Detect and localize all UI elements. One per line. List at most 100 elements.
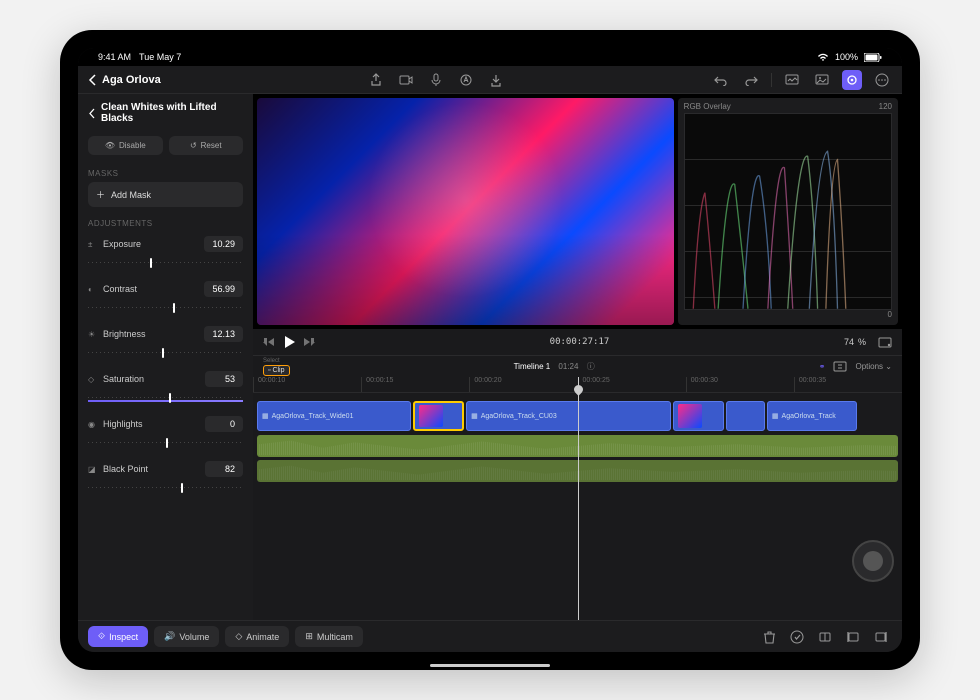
delete-icon[interactable] (758, 626, 780, 648)
status-time: 9:41 AM (98, 52, 131, 62)
voiceover-icon[interactable] (426, 70, 446, 90)
video-viewer[interactable] (257, 98, 674, 325)
project-title[interactable]: Aga Orlova (102, 74, 161, 86)
scope-label[interactable]: RGB Overlay (684, 102, 731, 111)
adj-value-field[interactable]: 12.13 (204, 326, 243, 342)
adj-slider[interactable] (88, 300, 243, 316)
adj-value-field[interactable]: 82 (205, 461, 243, 477)
battery-icon (864, 53, 882, 62)
ruler-tick: 00:00:10 (253, 377, 361, 392)
adj-icon: ◐ (88, 285, 98, 294)
adj-slider[interactable] (88, 390, 243, 406)
effect-title[interactable]: Clean Whites with Lifted Blacks (101, 102, 243, 124)
media-browser-icon[interactable] (782, 70, 802, 90)
info-icon[interactable]: ⓘ (587, 362, 595, 371)
adj-icon: ◪ (88, 465, 98, 474)
undo-icon[interactable] (711, 70, 731, 90)
tab-label: Animate (246, 632, 279, 642)
adj-value-field[interactable]: 56.99 (204, 281, 243, 297)
clip-name: AgaOrlova_Track_CU03 (481, 413, 557, 420)
video-clip[interactable] (673, 401, 724, 431)
video-clip[interactable] (726, 401, 764, 431)
back-icon[interactable] (88, 74, 96, 86)
tab-inspect[interactable]: ⟐Inspect (88, 626, 148, 647)
add-mask-button[interactable]: ＋ Add Mask (88, 182, 243, 207)
next-frame-icon[interactable] (303, 337, 315, 347)
adjustments-section-label: ADJUSTMENTS (78, 213, 253, 232)
tab-volume[interactable]: 🔊Volume (154, 626, 219, 647)
enable-disable-icon[interactable] (786, 626, 808, 648)
play-icon[interactable] (283, 335, 295, 349)
trim-end-icon[interactable] (870, 626, 892, 648)
status-date: Tue May 7 (139, 52, 181, 62)
video-clip[interactable] (413, 401, 464, 431)
adj-name: Saturation (103, 374, 144, 384)
ipad-frame: 9:41 AM Tue May 7 100% Aga Orlova Cl (60, 30, 920, 670)
inspector-toggle-icon[interactable] (842, 70, 862, 90)
share-icon[interactable] (366, 70, 386, 90)
adj-name: Black Point (103, 464, 148, 474)
adj-slider[interactable] (88, 480, 243, 496)
prev-frame-icon[interactable] (263, 337, 275, 347)
options-button[interactable]: Options ⌄ (855, 362, 892, 371)
video-clip[interactable]: ▦AgaOrlova_Track_Wide01 (257, 401, 411, 431)
clip-thumbnail (419, 405, 443, 427)
scope-scale-top: 120 (879, 102, 892, 111)
timeline[interactable]: 00:00:1000:00:1500:00:2000:00:2500:00:30… (253, 377, 902, 620)
adj-value-field[interactable]: 53 (205, 371, 243, 387)
content-browser-icon[interactable] (812, 70, 832, 90)
back-icon[interactable] (88, 108, 95, 119)
ruler-tick: 00:00:15 (361, 377, 469, 392)
tab-icon: ⊞ (305, 631, 313, 642)
redo-icon[interactable] (741, 70, 761, 90)
transport-bar: 00:00:27:17 74 % (253, 329, 902, 355)
status-bar: 9:41 AM Tue May 7 100% (78, 48, 902, 66)
ruler-tick: 00:00:25 (578, 377, 686, 392)
snap-icon[interactable] (833, 361, 847, 372)
timeline-duration: 01:24 (558, 362, 578, 371)
fullscreen-icon[interactable] (878, 337, 892, 348)
adj-name: Highlights (103, 419, 143, 429)
adj-value-field[interactable]: 0 (205, 416, 243, 432)
split-icon[interactable] (814, 626, 836, 648)
film-icon: ▦ (772, 412, 779, 420)
inspector-panel: Clean Whites with Lifted Blacks 👁Disable… (78, 94, 253, 620)
timeline-name[interactable]: Timeline 1 (514, 362, 551, 371)
adj-value-field[interactable]: 10.29 (204, 236, 243, 252)
clip-name: AgaOrlova_Track_Wide01 (272, 413, 354, 420)
adj-slider[interactable] (88, 435, 243, 451)
clip-badge[interactable]: ▫ Clip (263, 365, 290, 376)
eye-off-icon: 👁 (105, 141, 115, 150)
video-scopes: RGB Overlay 120 0 (678, 98, 898, 325)
ruler-tick: 00:00:20 (469, 377, 577, 392)
tab-label: Inspect (109, 632, 138, 642)
video-clip[interactable]: ▦AgaOrlova_Track (767, 401, 857, 431)
camera-icon[interactable] (396, 70, 416, 90)
zoom-value[interactable]: 74 (844, 337, 854, 347)
wifi-icon (817, 53, 829, 62)
trim-start-icon[interactable] (842, 626, 864, 648)
rgb-parade-scope (684, 113, 892, 310)
tab-animate[interactable]: ◇Animate (225, 626, 289, 647)
adj-name: Exposure (103, 239, 141, 249)
disable-button[interactable]: 👁Disable (88, 136, 163, 155)
adj-slider[interactable] (88, 255, 243, 271)
scope-scale-bottom: 0 (888, 310, 892, 319)
adj-slider[interactable] (88, 345, 243, 361)
playhead[interactable] (578, 377, 579, 620)
reset-icon: ↺ (190, 141, 197, 150)
jog-wheel[interactable] (852, 540, 894, 582)
adj-name: Contrast (103, 284, 137, 294)
clip-name: AgaOrlova_Track (782, 413, 836, 420)
import-icon[interactable] (486, 70, 506, 90)
text-icon[interactable] (456, 70, 476, 90)
reset-button[interactable]: ↺Reset (169, 136, 244, 155)
video-clip[interactable]: ▦AgaOrlova_Track_CU03 (466, 401, 671, 431)
zoom-unit: % (858, 337, 866, 347)
more-icon[interactable] (872, 70, 892, 90)
adj-icon: ◇ (88, 375, 98, 384)
tab-multicam[interactable]: ⊞ Multicam (295, 626, 363, 647)
tab-label: Multicam (317, 632, 353, 642)
timecode-display[interactable]: 00:00:27:17 (325, 337, 834, 347)
link-icon[interactable]: ⚭ (819, 362, 826, 371)
